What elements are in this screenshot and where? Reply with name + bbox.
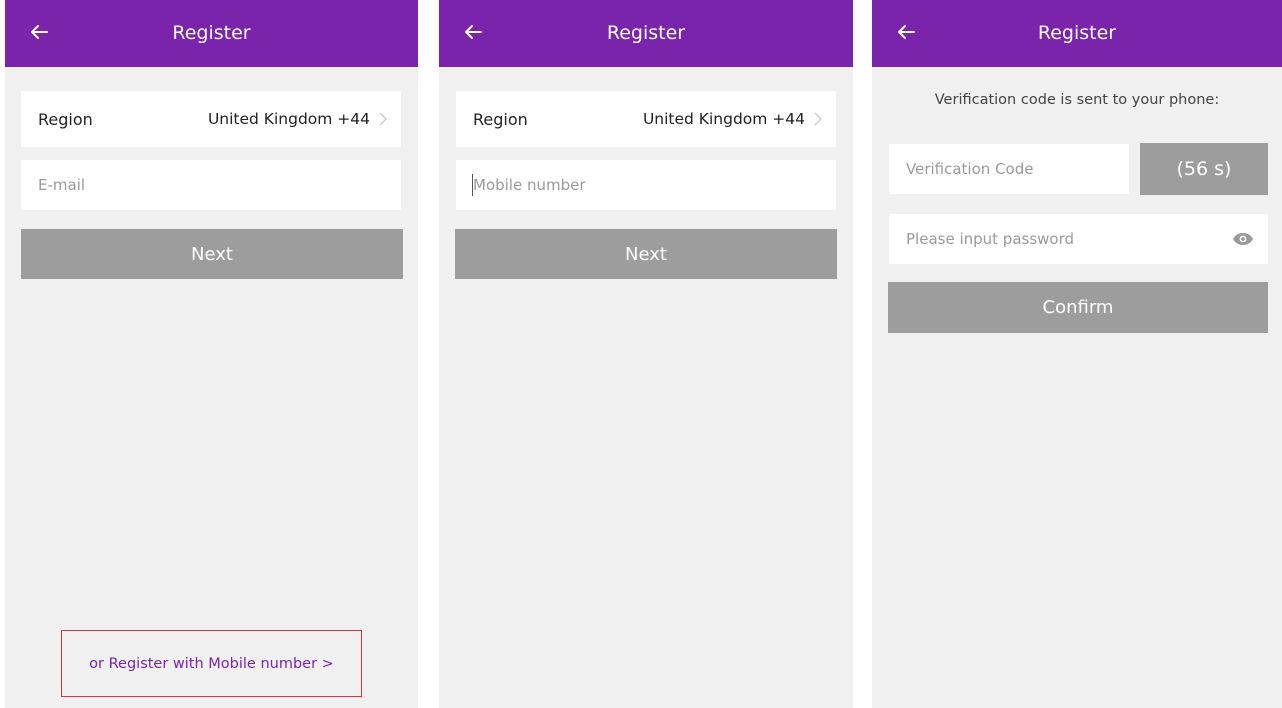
- verification-code-container: [889, 144, 1129, 194]
- next-button[interactable]: Next: [455, 229, 837, 279]
- verification-message: Verification code is sent to your phone:: [934, 92, 1220, 108]
- register-email-screen: Register Region United Kingdom +44 Next …: [5, 0, 418, 708]
- region-selector[interactable]: Region United Kingdom +44: [456, 91, 836, 147]
- chevron-right-icon: [378, 112, 387, 126]
- region-value: United Kingdom +44: [207, 110, 370, 128]
- password-field-container: [889, 214, 1268, 264]
- app-bar: Register: [872, 0, 1282, 67]
- register-mobile-screen: Register Region United Kingdom +44 Next: [439, 0, 853, 708]
- register-with-mobile-link[interactable]: or Register with Mobile number >: [89, 656, 334, 672]
- region-value: United Kingdom +44: [642, 110, 805, 128]
- email-field-container: [21, 160, 401, 210]
- chevron-right-icon: [813, 112, 822, 126]
- verification-screen: Register Verification code is sent to yo…: [872, 0, 1282, 708]
- email-field[interactable]: [21, 160, 401, 210]
- app-bar: Register: [439, 0, 853, 67]
- region-selector[interactable]: Region United Kingdom +44: [21, 91, 401, 147]
- alt-register-highlight: or Register with Mobile number >: [61, 630, 362, 697]
- page-title: Register: [172, 22, 251, 44]
- app-bar: Register: [5, 0, 418, 67]
- text-cursor: [472, 174, 473, 196]
- page-title: Register: [1037, 22, 1117, 44]
- next-button[interactable]: Next: [21, 229, 403, 279]
- region-label: Region: [473, 109, 528, 129]
- eye-icon[interactable]: [1232, 229, 1254, 249]
- password-field[interactable]: [889, 214, 1268, 264]
- page-title: Register: [606, 22, 686, 44]
- verification-code-field[interactable]: [889, 144, 1129, 194]
- mobile-field-container: [456, 160, 836, 210]
- mobile-number-field[interactable]: [456, 160, 836, 210]
- resend-countdown-button[interactable]: (56 s): [1140, 143, 1268, 195]
- confirm-button[interactable]: Confirm: [888, 282, 1268, 333]
- region-label: Region: [38, 109, 93, 129]
